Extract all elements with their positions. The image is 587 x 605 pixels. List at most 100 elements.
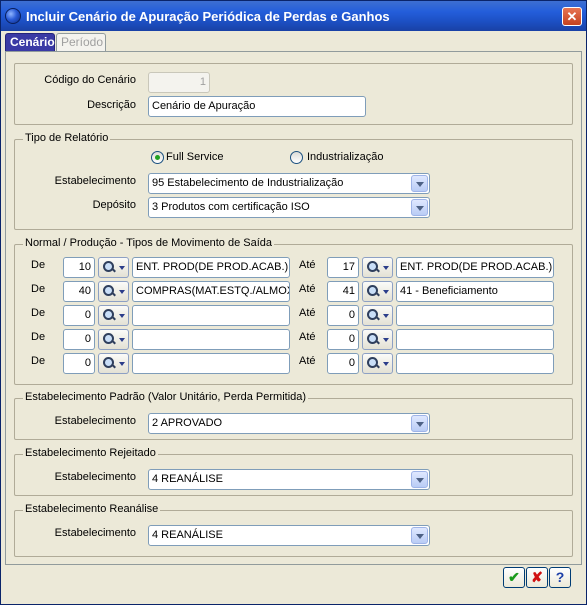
- chevron-down-icon[interactable]: [411, 175, 428, 192]
- de-code-field[interactable]: 0: [63, 353, 95, 374]
- de-lookup-button[interactable]: [98, 305, 129, 326]
- title-bar[interactable]: Incluir Cenário de Apuração Periódica de…: [1, 1, 586, 31]
- help-button[interactable]: ?: [549, 567, 571, 588]
- ate-desc-field[interactable]: [396, 353, 554, 374]
- window-title: Incluir Cenário de Apuração Periódica de…: [26, 9, 390, 24]
- ate-code-field[interactable]: 0: [327, 305, 359, 326]
- descricao-label: Descrição: [87, 99, 136, 111]
- estabelecimento-label: Estabelecimento: [54, 175, 136, 187]
- de-label: De: [31, 307, 46, 319]
- de-code-field[interactable]: 10: [63, 257, 95, 278]
- descricao-field[interactable]: Cenário de Apuração: [148, 96, 366, 117]
- chevron-down-icon: [383, 266, 389, 270]
- magnifier-icon: [367, 333, 378, 344]
- ate-lookup-button[interactable]: [362, 305, 393, 326]
- magnifier-icon: [367, 261, 378, 272]
- de-label: De: [31, 355, 46, 367]
- movimento-title: Normal / Produção - Tipos de Movimento d…: [23, 237, 275, 249]
- de-desc-field[interactable]: [132, 329, 290, 350]
- de-code-field[interactable]: 0: [63, 305, 95, 326]
- estab-rejeitado-title: Estabelecimento Rejeitado: [23, 447, 158, 459]
- estab-reanalise-select[interactable]: 4 REANÁLISE: [148, 525, 430, 546]
- tab-panel: Código do Cenário 1 Descrição Cenário de…: [5, 51, 582, 565]
- de-code-field[interactable]: 40: [63, 281, 95, 302]
- magnifier-icon: [367, 309, 378, 320]
- ok-button[interactable]: ✔: [503, 567, 525, 588]
- tab-periodo[interactable]: Período: [56, 33, 106, 51]
- estab-rejeitado-value: 4 REANÁLISE: [152, 473, 223, 485]
- de-desc-field[interactable]: [132, 305, 290, 326]
- chevron-down-icon[interactable]: [411, 415, 428, 432]
- tipo-relatorio-group: Tipo de Relatório Full Service Industria…: [14, 132, 573, 230]
- estabelecimento-value: 95 Estabelecimento de Industrialização: [152, 177, 344, 189]
- ate-code-field[interactable]: 17: [327, 257, 359, 278]
- chevron-down-icon[interactable]: [411, 199, 428, 216]
- estab-padrao-group: Estabelecimento Padrão (Valor Unitário, …: [14, 391, 573, 440]
- de-label: De: [31, 283, 46, 295]
- chevron-down-icon: [119, 266, 125, 270]
- ate-lookup-button[interactable]: [362, 353, 393, 374]
- ate-label: Até: [299, 307, 316, 319]
- codigo-field: 1: [148, 72, 210, 93]
- estab-reanalise-label: Estabelecimento: [54, 527, 136, 539]
- ate-lookup-button[interactable]: [362, 281, 393, 302]
- estab-reanalise-group: Estabelecimento Reanálise Estabeleciment…: [14, 503, 573, 557]
- de-lookup-button[interactable]: [98, 353, 129, 374]
- estab-padrao-title: Estabelecimento Padrão (Valor Unitário, …: [23, 391, 309, 403]
- deposito-select[interactable]: 3 Produtos com certificação ISO: [148, 197, 430, 218]
- estab-rejeitado-label: Estabelecimento: [54, 471, 136, 483]
- estab-padrao-value: 2 APROVADO: [152, 417, 223, 429]
- de-lookup-button[interactable]: [98, 281, 129, 302]
- de-lookup-button[interactable]: [98, 329, 129, 350]
- de-desc-field[interactable]: ENT. PROD(DE PROD.ACAB.): [132, 257, 290, 278]
- chevron-down-icon: [383, 314, 389, 318]
- ate-lookup-button[interactable]: [362, 329, 393, 350]
- app-icon: [5, 8, 21, 24]
- full-service-radio[interactable]: [151, 151, 164, 164]
- estab-reanalise-title: Estabelecimento Reanálise: [23, 503, 161, 515]
- full-service-label[interactable]: Full Service: [166, 151, 223, 163]
- chevron-down-icon: [119, 290, 125, 294]
- estab-padrao-label: Estabelecimento: [54, 415, 136, 427]
- close-button[interactable]: ✕: [562, 7, 582, 26]
- ate-label: Até: [299, 259, 316, 271]
- ate-desc-field[interactable]: [396, 305, 554, 326]
- de-code-field[interactable]: 0: [63, 329, 95, 350]
- chevron-down-icon[interactable]: [411, 471, 428, 488]
- ate-desc-field[interactable]: [396, 329, 554, 350]
- magnifier-icon: [367, 357, 378, 368]
- ate-desc-field[interactable]: ENT. PROD(DE PROD.ACAB.): [396, 257, 554, 278]
- cancel-button[interactable]: ✘: [526, 567, 548, 588]
- ate-label: Até: [299, 355, 316, 367]
- industrializacao-radio[interactable]: [290, 151, 303, 164]
- de-desc-field[interactable]: [132, 353, 290, 374]
- chevron-down-icon: [383, 362, 389, 366]
- dialog-window: Incluir Cenário de Apuração Periódica de…: [0, 0, 587, 605]
- ate-code-field[interactable]: 0: [327, 329, 359, 350]
- chevron-down-icon: [119, 362, 125, 366]
- de-label: De: [31, 259, 46, 271]
- estab-reanalise-value: 4 REANÁLISE: [152, 529, 223, 541]
- ate-label: Até: [299, 331, 316, 343]
- chevron-down-icon: [119, 314, 125, 318]
- scenario-group: Código do Cenário 1 Descrição Cenário de…: [14, 63, 573, 125]
- estab-padrao-select[interactable]: 2 APROVADO: [148, 413, 430, 434]
- magnifier-icon: [103, 357, 114, 368]
- industrializacao-label[interactable]: Industrialização: [307, 151, 383, 163]
- magnifier-icon: [367, 285, 378, 296]
- ate-code-field[interactable]: 0: [327, 353, 359, 374]
- ate-lookup-button[interactable]: [362, 257, 393, 278]
- estabelecimento-select[interactable]: 95 Estabelecimento de Industrialização: [148, 173, 430, 194]
- chevron-down-icon: [383, 290, 389, 294]
- estab-rejeitado-group: Estabelecimento Rejeitado Estabeleciment…: [14, 447, 573, 496]
- de-desc-field[interactable]: COMPRAS(MAT.ESTQ./ALMOX.): [132, 281, 290, 302]
- chevron-down-icon[interactable]: [411, 527, 428, 544]
- de-lookup-button[interactable]: [98, 257, 129, 278]
- chevron-down-icon: [119, 338, 125, 342]
- estab-rejeitado-select[interactable]: 4 REANÁLISE: [148, 469, 430, 490]
- magnifier-icon: [103, 309, 114, 320]
- chevron-down-icon: [383, 338, 389, 342]
- ate-code-field[interactable]: 41: [327, 281, 359, 302]
- ate-desc-field[interactable]: 41 - Beneficiamento: [396, 281, 554, 302]
- tab-cenario[interactable]: Cenário: [5, 33, 55, 52]
